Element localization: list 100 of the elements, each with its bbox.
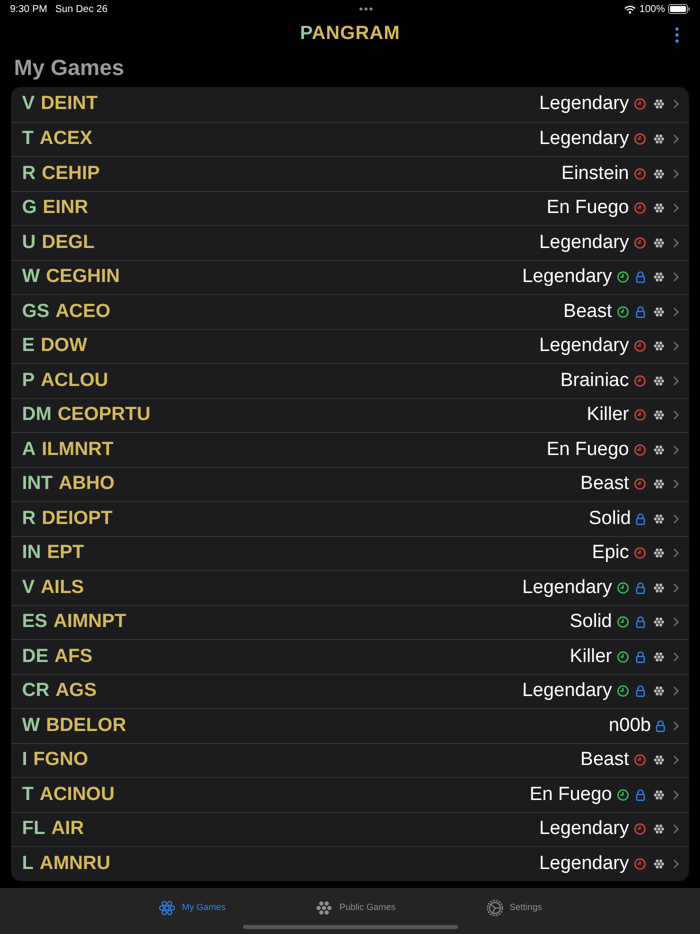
outer-letters: BDELOR — [46, 714, 126, 738]
center-letters: GS — [22, 300, 50, 324]
rank-label: Beast — [580, 472, 629, 496]
outer-letters: AIMNPT — [53, 610, 126, 634]
game-row[interactable]: GS ACEO Beast — [11, 294, 689, 328]
outer-letters: CEGHIN — [46, 265, 120, 289]
outer-letters: ILMNRT — [42, 438, 114, 462]
status-time: 9:30 PM — [10, 2, 48, 16]
outer-letters: ACLOU — [40, 368, 108, 392]
center-letters: W — [22, 265, 40, 289]
game-row[interactable]: U DEGL Legendary — [11, 225, 689, 260]
outer-letters: DEGL — [42, 230, 95, 254]
center-letters: V — [22, 576, 35, 600]
game-row[interactable]: W CEGHIN Legendary — [11, 260, 689, 294]
chevron-icon — [673, 99, 679, 110]
section-title: My Games — [13, 54, 126, 82]
game-row[interactable]: E DOW Legendary — [11, 328, 689, 363]
chevron-icon — [673, 652, 679, 662]
center-letters: V — [22, 92, 35, 116]
rank-label: Legendary — [539, 852, 629, 876]
game-row[interactable]: V AILS Legendary — [11, 570, 689, 604]
battery-percent: 100% — [639, 2, 665, 16]
tab-item[interactable]: My Games — [158, 898, 226, 918]
game-row[interactable]: R DEIOPT Solid — [11, 501, 689, 536]
rank-label: Solid — [570, 610, 612, 634]
rank-label: Killer — [586, 403, 629, 427]
chevron-icon — [673, 410, 679, 420]
outer-letters: EINR — [42, 196, 88, 220]
rank-label: En Fuego — [546, 196, 629, 220]
rank-label: Epic — [592, 541, 629, 565]
game-row[interactable]: P ACLOU Brainiac — [11, 363, 689, 398]
center-letters: DE — [22, 644, 48, 668]
game-row[interactable]: IN EPT Epic — [11, 536, 689, 570]
game-row[interactable]: ES AIMNPT Solid — [11, 604, 689, 639]
rank-label: Killer — [570, 644, 612, 668]
center-letters: CR — [22, 679, 50, 703]
chevron-icon — [673, 617, 679, 628]
chevron-icon — [673, 858, 679, 869]
chevron-icon — [673, 134, 679, 144]
rank-label: Legendary — [539, 230, 629, 254]
center-letters: A — [22, 438, 36, 462]
multitask-dots-icon[interactable] — [358, 7, 373, 11]
more-menu-icon[interactable] — [675, 27, 679, 43]
outer-letters: ACINOU — [40, 782, 115, 806]
center-letters: T — [22, 127, 34, 151]
rank-label: Legendary — [522, 679, 612, 703]
chevron-icon — [673, 341, 679, 352]
rank-label: Legendary — [522, 265, 612, 289]
rank-label: Brainiac — [560, 368, 629, 392]
game-row[interactable]: FL AIR Legendary — [11, 812, 689, 846]
center-letters: P — [22, 368, 35, 392]
game-row[interactable]: R CEHIP Einstein — [11, 156, 689, 190]
center-letters: G — [22, 196, 37, 220]
chevron-icon — [673, 755, 679, 766]
outer-letters: DEINT — [40, 92, 98, 116]
rank-label: En Fuego — [546, 438, 629, 462]
battery-icon — [668, 4, 690, 14]
center-letters: R — [22, 506, 36, 530]
game-row[interactable]: CR AGS Legendary — [11, 674, 689, 708]
game-row[interactable]: V DEINT Legendary — [11, 87, 689, 122]
rank-label: Legendary — [539, 127, 629, 151]
chevron-icon — [673, 582, 679, 593]
game-row[interactable]: DM CEOPRTU Killer — [11, 398, 689, 432]
game-row[interactable]: G EINR En Fuego — [11, 190, 689, 225]
tab-item[interactable]: Settings — [486, 898, 542, 918]
app-title: PANGRAM — [300, 22, 400, 46]
center-letters: ES — [22, 610, 48, 634]
tab-item[interactable]: Public Games — [315, 898, 396, 918]
game-row[interactable]: W BDELOR n00b — [11, 708, 689, 742]
game-row[interactable]: I FGNO Beast — [11, 742, 689, 777]
outer-letters: AMNRU — [40, 852, 110, 876]
chevron-icon — [673, 272, 679, 282]
outer-letters: AGS — [55, 679, 97, 703]
hive-icon — [315, 900, 334, 916]
chevron-icon — [673, 790, 679, 800]
outer-letters: AILS — [40, 576, 84, 600]
game-row[interactable]: A ILMNRT En Fuego — [11, 432, 689, 466]
outer-letters: CEOPRTU — [58, 403, 150, 427]
chevron-icon — [673, 479, 679, 490]
status-date: Sun Dec 26 — [55, 2, 108, 16]
center-letters: DM — [22, 403, 52, 427]
game-row[interactable]: T ACINOU En Fuego — [11, 777, 689, 812]
rank-label: Legendary — [522, 576, 612, 600]
rank-label: Legendary — [539, 334, 629, 358]
wifi-icon — [624, 4, 636, 14]
center-letters: INT — [22, 472, 53, 496]
center-letters: FL — [22, 817, 46, 841]
rank-label: n00b — [608, 714, 651, 738]
settings-icon — [486, 899, 504, 917]
game-row[interactable]: INT ABHO Beast — [11, 466, 689, 501]
outer-letters: DOW — [40, 334, 88, 358]
center-letters: U — [22, 230, 36, 254]
game-row[interactable]: T ACEX Legendary — [11, 122, 689, 156]
chevron-icon — [673, 686, 679, 696]
game-row[interactable]: DE AFS Killer — [11, 639, 689, 674]
center-letters: E — [22, 334, 35, 358]
game-row[interactable]: L AMNRU Legendary — [11, 846, 689, 880]
outer-letters: ACEX — [40, 127, 92, 151]
center-letters: IN — [22, 541, 41, 565]
chevron-icon — [673, 514, 679, 524]
